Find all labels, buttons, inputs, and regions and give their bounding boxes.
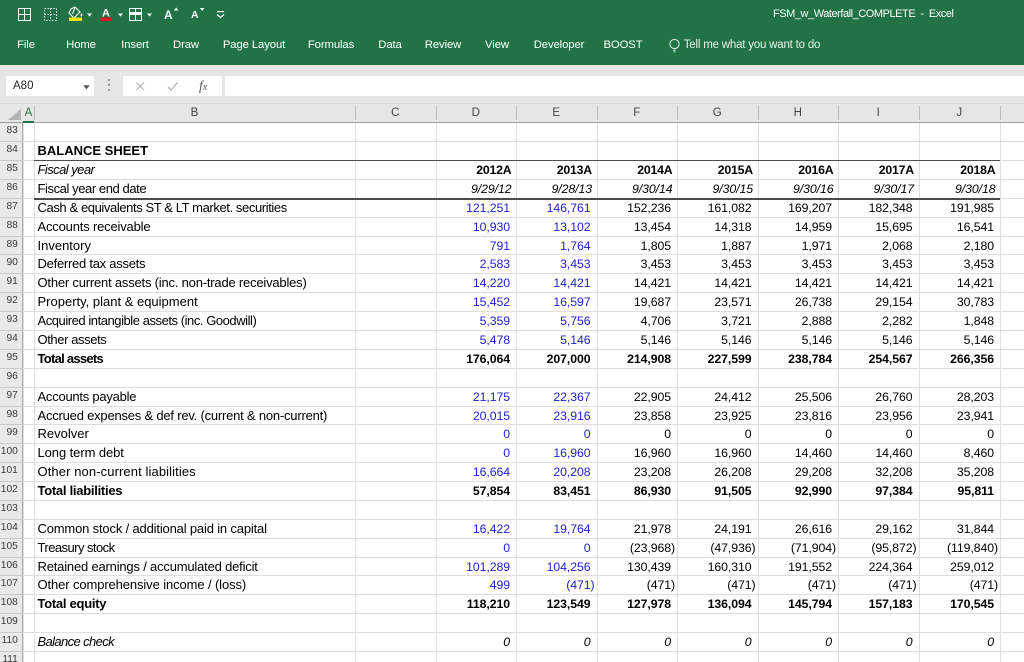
svg-text:A: A: [191, 9, 199, 21]
svg-text:A: A: [164, 8, 173, 22]
